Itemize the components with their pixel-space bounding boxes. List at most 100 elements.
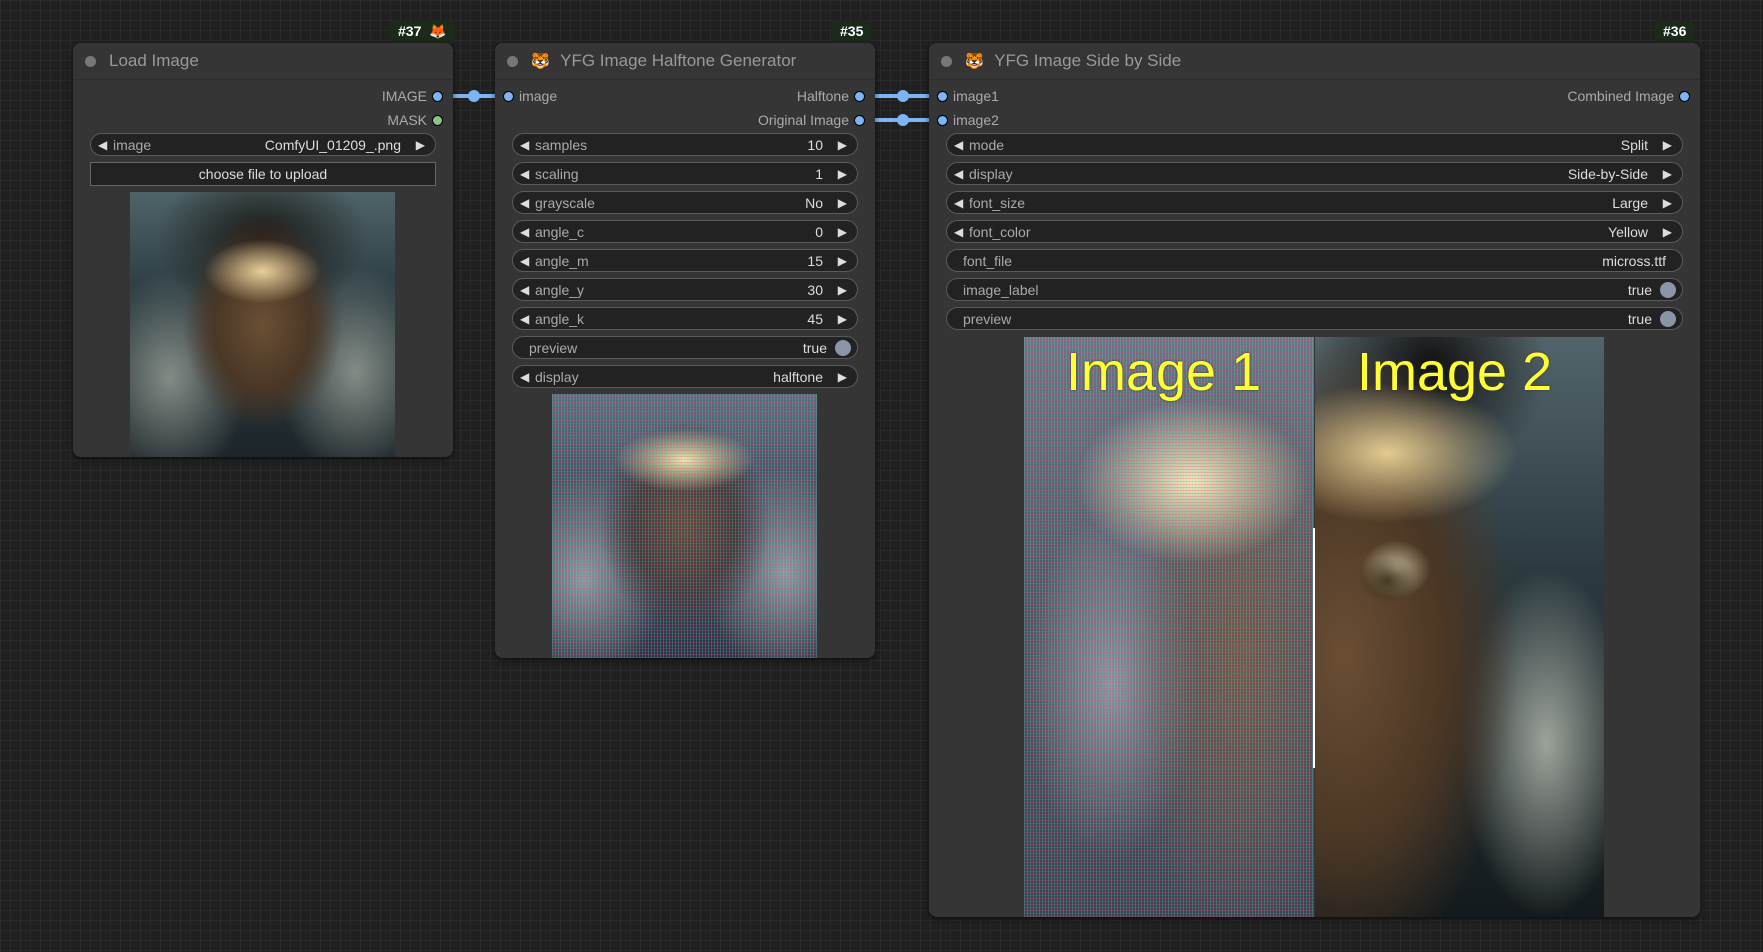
node-title-bar[interactable]: 🐯 YFG Image Side by Side [929,43,1700,80]
halftone-output-dot-icon[interactable] [854,91,865,102]
widget-label: font_size [969,195,1026,211]
widget-value: No [805,195,823,211]
image-label-toggle[interactable]: image_label true [946,278,1683,301]
collapse-dot-icon[interactable] [941,56,952,67]
widget-value: ComfyUI_01209_.png [264,137,401,153]
choose-file-button[interactable]: choose file to upload [90,162,436,186]
output-slot-combined-image[interactable]: Combined Image [1567,86,1690,106]
node-title-bar[interactable]: Load Image [73,43,453,80]
link-midpoint-handle[interactable] [897,114,909,126]
widget-value: Yellow [1608,224,1648,240]
original-output-dot-icon[interactable] [854,115,865,126]
scaling-widget[interactable]: ◀ scaling 1 ▶ [512,162,858,185]
arrow-right-icon[interactable]: ▶ [838,134,847,157]
arrow-right-icon[interactable]: ▶ [838,221,847,244]
output-slot-original-image[interactable]: Original Image [758,110,865,130]
font-color-widget[interactable]: ◀ font_color Yellow ▶ [946,220,1683,243]
arrow-right-icon[interactable]: ▶ [1663,192,1672,215]
samples-widget[interactable]: ◀ samples 10 ▶ [512,133,858,156]
arrow-left-icon[interactable]: ◀ [520,250,529,273]
arrow-right-icon[interactable]: ▶ [838,308,847,331]
widget-value: 0 [815,224,823,240]
image-input-dot-icon[interactable] [503,91,514,102]
font-file-input[interactable]: font_file micross.ttf [946,249,1683,272]
angle-m-widget[interactable]: ◀ angle_m 15 ▶ [512,249,858,272]
arrow-right-icon[interactable]: ▶ [838,366,847,389]
node-title: YFG Image Halftone Generator [560,51,797,70]
output-slot-halftone[interactable]: Halftone [797,86,865,106]
angle-c-widget[interactable]: ◀ angle_c 0 ▶ [512,220,858,243]
arrow-left-icon[interactable]: ◀ [520,366,529,389]
image-output-dot-icon[interactable] [432,91,443,102]
image2-input-dot-icon[interactable] [937,115,948,126]
font-size-widget[interactable]: ◀ font_size Large ▶ [946,191,1683,214]
arrow-left-icon[interactable]: ◀ [520,279,529,302]
tiger-icon: 🐯 [965,53,984,70]
output-slot-mask[interactable]: MASK [387,110,443,130]
mask-output-dot-icon[interactable] [432,115,443,126]
arrow-left-icon[interactable]: ◀ [954,134,963,157]
input-slot-image2[interactable]: image2 [937,110,999,130]
toggle-knob-icon[interactable] [1660,282,1676,298]
preview-toggle[interactable]: preview true [512,336,858,359]
widget-label: scaling [535,166,579,182]
toggle-knob-icon[interactable] [1660,311,1676,327]
mode-widget[interactable]: ◀ mode Split ▶ [946,133,1683,156]
widget-label: grayscale [535,195,595,211]
node-side-by-side[interactable]: 🐯 YFG Image Side by Side image1 image2 C… [929,43,1700,917]
preview-toggle[interactable]: preview true [946,307,1683,330]
loaded-image-preview [130,192,395,457]
arrow-left-icon[interactable]: ◀ [954,163,963,186]
arrow-left-icon[interactable]: ◀ [520,221,529,244]
arrow-right-icon[interactable]: ▶ [838,163,847,186]
widget-label: display [969,166,1013,182]
arrow-right-icon[interactable]: ▶ [838,279,847,302]
arrow-left-icon[interactable]: ◀ [520,308,529,331]
arrow-right-icon[interactable]: ▶ [838,192,847,215]
collapse-dot-icon[interactable] [507,56,518,67]
arrow-right-icon[interactable]: ▶ [1663,163,1672,186]
halftone-preview-image [552,394,817,658]
node-title-bar[interactable]: 🐯 YFG Image Halftone Generator [495,43,875,80]
arrow-right-icon[interactable]: ▶ [1663,134,1672,157]
link-midpoint-handle[interactable] [897,90,909,102]
output-slot-image[interactable]: IMAGE [382,86,443,106]
widget-label: font_color [969,224,1031,240]
angle-y-widget[interactable]: ◀ angle_y 30 ▶ [512,278,858,301]
widget-label: font_file [963,253,1013,269]
angle-k-widget[interactable]: ◀ angle_k 45 ▶ [512,307,858,330]
widget-label: angle_k [535,311,585,327]
node-halftone-generator[interactable]: 🐯 YFG Image Halftone Generator image Hal… [495,43,875,658]
arrow-left-icon[interactable]: ◀ [954,221,963,244]
link-midpoint-handle[interactable] [468,90,480,102]
toggle-knob-icon[interactable] [835,340,851,356]
slot-label: Original Image [757,112,849,128]
widget-value: Split [1620,137,1648,153]
arrow-left-icon[interactable]: ◀ [520,192,529,215]
arrow-right-icon[interactable]: ▶ [416,134,425,157]
input-slot-image[interactable]: image [503,86,557,106]
arrow-left-icon[interactable]: ◀ [98,134,107,157]
image1-input-dot-icon[interactable] [937,91,948,102]
widget-label: display [535,369,579,385]
widget-value: 10 [807,137,823,153]
display-widget[interactable]: ◀ display halftone ▶ [512,365,858,388]
grayscale-widget[interactable]: ◀ grayscale No ▶ [512,191,858,214]
input-slot-image1[interactable]: image1 [937,86,999,106]
widget-label: preview [963,311,1012,327]
arrow-right-icon[interactable]: ▶ [838,250,847,273]
node-title: YFG Image Side by Side [994,51,1182,70]
combined-preview-left-halftone: Image 1 [1024,337,1314,917]
display-widget[interactable]: ◀ display Side-by-Side ▶ [946,162,1683,185]
widget-value: true [802,340,827,356]
slot-label: image2 [953,112,999,128]
node-id-badge: #35 [832,20,872,43]
arrow-left-icon[interactable]: ◀ [520,163,529,186]
arrow-right-icon[interactable]: ▶ [1663,221,1672,244]
image-combo-widget[interactable]: ◀ image ComfyUI_01209_.png ▶ [90,133,436,156]
arrow-left-icon[interactable]: ◀ [520,134,529,157]
arrow-left-icon[interactable]: ◀ [954,192,963,215]
node-load-image[interactable]: Load Image IMAGE MASK ◀ image ComfyUI_01… [73,43,453,457]
collapse-dot-icon[interactable] [85,56,96,67]
combined-output-dot-icon[interactable] [1679,91,1690,102]
